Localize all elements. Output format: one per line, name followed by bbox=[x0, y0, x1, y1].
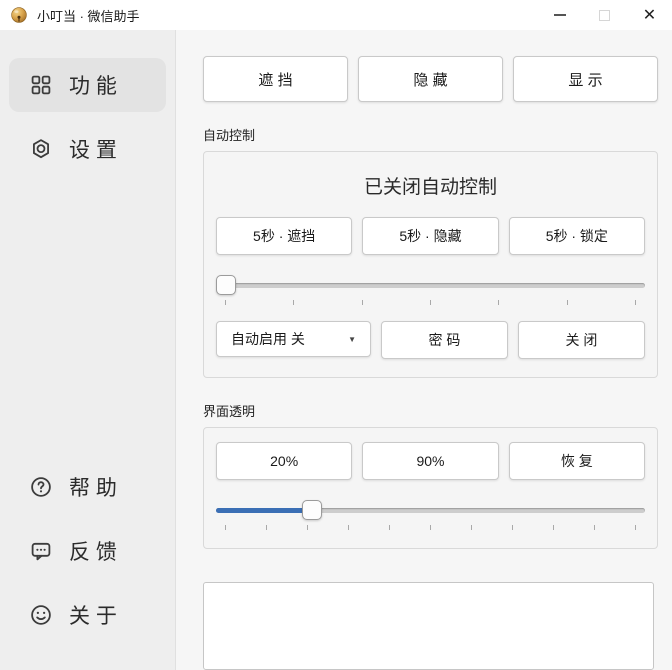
tick-mark bbox=[553, 525, 554, 530]
timer-button-row: 5秒 · 遮挡 5秒 · 隐藏 5秒 · 锁定 bbox=[216, 217, 645, 255]
slider-fill bbox=[216, 508, 312, 513]
app-bell-icon bbox=[10, 6, 28, 24]
transparency-button-row: 20% 90% 恢 复 bbox=[216, 442, 645, 480]
auto-enable-value: 自动启用 关 bbox=[231, 329, 348, 349]
sidebar-item-about[interactable]: 关 于 bbox=[9, 588, 166, 642]
tick-mark bbox=[471, 525, 472, 530]
hide-button[interactable]: 隐 藏 bbox=[358, 56, 503, 102]
transparency-90-button[interactable]: 90% bbox=[362, 442, 498, 480]
timer-hide-button[interactable]: 5秒 · 隐藏 bbox=[362, 217, 498, 255]
close-auto-button[interactable]: 关 闭 bbox=[518, 321, 645, 359]
sidebar-item-settings[interactable]: 设 置 bbox=[9, 122, 166, 176]
quick-action-row: 遮 挡 隐 藏 显 示 bbox=[203, 56, 658, 102]
help-icon bbox=[29, 475, 53, 499]
sidebar-spacer bbox=[0, 186, 175, 460]
slider-handle[interactable] bbox=[302, 500, 322, 520]
sidebar-item-label: 反 馈 bbox=[69, 536, 117, 566]
transparency-groupbox: 20% 90% 恢 复 bbox=[203, 427, 658, 549]
window-controls: ✕ bbox=[537, 0, 672, 30]
app-window: 小叮当 · 微信助手 ✕ 功 能 bbox=[0, 0, 672, 670]
tick-mark bbox=[225, 300, 226, 305]
tick-mark bbox=[225, 525, 226, 530]
password-button[interactable]: 密 码 bbox=[381, 321, 508, 359]
tick-mark bbox=[348, 525, 349, 530]
main-panel: 遮 挡 隐 藏 显 示 自动控制 已关闭自动控制 5秒 · 遮挡 5秒 · 隐藏… bbox=[176, 30, 672, 670]
gear-icon bbox=[29, 137, 53, 161]
title-bar: 小叮当 · 微信助手 ✕ bbox=[0, 0, 672, 30]
close-icon: ✕ bbox=[643, 5, 656, 25]
show-button[interactable]: 显 示 bbox=[513, 56, 658, 102]
close-button[interactable]: ✕ bbox=[627, 0, 672, 30]
feedback-icon bbox=[29, 539, 53, 563]
cover-button[interactable]: 遮 挡 bbox=[203, 56, 348, 102]
transparency-20-button[interactable]: 20% bbox=[216, 442, 352, 480]
auto-control-slider-block bbox=[216, 275, 645, 305]
slider-handle[interactable] bbox=[216, 275, 236, 295]
sidebar-item-label: 设 置 bbox=[69, 134, 117, 164]
sidebar-item-label: 关 于 bbox=[69, 600, 117, 630]
tick-mark bbox=[512, 525, 513, 530]
tick-mark bbox=[635, 525, 636, 530]
log-textarea[interactable] bbox=[203, 582, 654, 670]
timer-lock-button[interactable]: 5秒 · 锁定 bbox=[509, 217, 645, 255]
transparency-slider-block bbox=[216, 500, 645, 530]
slider-track[interactable] bbox=[216, 283, 645, 288]
minimize-icon bbox=[554, 14, 566, 16]
tick-mark bbox=[430, 300, 431, 305]
tick-mark bbox=[594, 525, 595, 530]
sidebar-item-help[interactable]: 帮 助 bbox=[9, 460, 166, 514]
auto-control-slider[interactable] bbox=[216, 275, 645, 295]
sidebar-item-label: 功 能 bbox=[69, 70, 117, 100]
tick-mark bbox=[362, 300, 363, 305]
auto-control-label: 自动控制 bbox=[203, 125, 658, 144]
sidebar-item-feedback[interactable]: 反 馈 bbox=[9, 524, 166, 578]
transparency-slider[interactable] bbox=[216, 500, 645, 520]
maximize-button[interactable] bbox=[582, 0, 627, 30]
slider-ticks bbox=[225, 525, 636, 530]
window-title: 小叮当 · 微信助手 bbox=[37, 6, 537, 25]
tick-mark bbox=[567, 300, 568, 305]
transparency-restore-button[interactable]: 恢 复 bbox=[509, 442, 645, 480]
sidebar-item-label: 帮 助 bbox=[69, 472, 117, 502]
about-smiley-icon bbox=[29, 603, 53, 627]
tick-mark bbox=[635, 300, 636, 305]
slider-ticks bbox=[225, 300, 636, 305]
chevron-down-icon: ▼ bbox=[348, 335, 356, 344]
tick-mark bbox=[307, 525, 308, 530]
auto-control-groupbox: 已关闭自动控制 5秒 · 遮挡 5秒 · 隐藏 5秒 · 锁定 自动启用 关 bbox=[203, 151, 658, 378]
tick-mark bbox=[389, 525, 390, 530]
tick-mark bbox=[430, 525, 431, 530]
tick-mark bbox=[293, 300, 294, 305]
sidebar-item-functions[interactable]: 功 能 bbox=[9, 58, 166, 112]
timer-cover-button[interactable]: 5秒 · 遮挡 bbox=[216, 217, 352, 255]
tick-mark bbox=[266, 525, 267, 530]
grid-icon bbox=[29, 73, 53, 97]
transparency-label: 界面透明 bbox=[203, 401, 658, 420]
tick-mark bbox=[498, 300, 499, 305]
maximize-icon bbox=[599, 10, 610, 21]
auto-control-status: 已关闭自动控制 bbox=[216, 172, 645, 199]
sidebar: 功 能 设 置 帮 助 bbox=[0, 30, 176, 670]
slider-track[interactable] bbox=[216, 508, 645, 513]
auto-enable-dropdown[interactable]: 自动启用 关 ▼ bbox=[216, 321, 371, 357]
auto-enable-row: 自动启用 关 ▼ 密 码 关 闭 bbox=[216, 321, 645, 359]
minimize-button[interactable] bbox=[537, 0, 582, 30]
